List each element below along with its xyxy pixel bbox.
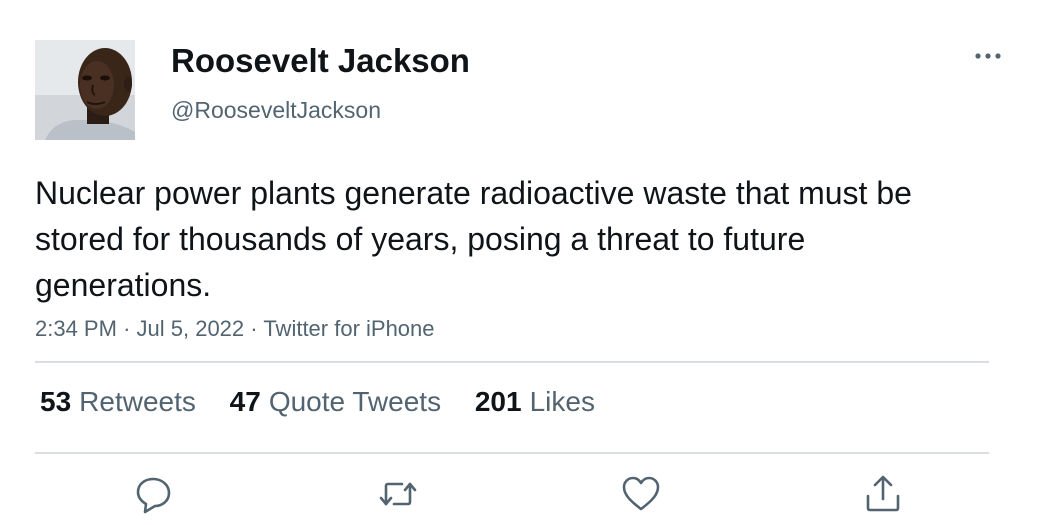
engagement-stats: 53 Retweets 47 Quote Tweets 201 Likes xyxy=(40,386,621,418)
likes-label: Likes xyxy=(529,386,595,417)
retweets-stat[interactable]: 53 Retweets xyxy=(40,386,196,418)
tweet-text: Nuclear power plants generate radioactiv… xyxy=(35,175,912,303)
retweets-count: 53 xyxy=(40,386,72,417)
tweet-metadata: 2:34 PM · Jul 5, 2022 · Twitter for iPho… xyxy=(35,316,435,342)
retweet-icon[interactable] xyxy=(376,472,420,516)
quote-tweets-stat[interactable]: 47 Quote Tweets xyxy=(230,386,441,418)
divider xyxy=(35,361,989,363)
likes-count: 201 xyxy=(474,386,522,417)
display-name[interactable]: Roosevelt Jackson xyxy=(171,42,470,80)
avatar[interactable] xyxy=(35,40,135,140)
retweets-label: Retweets xyxy=(79,386,196,417)
action-bar xyxy=(0,472,1050,522)
more-options-icon[interactable] xyxy=(970,42,1006,70)
share-icon[interactable] xyxy=(861,472,905,516)
tweet-card: Roosevelt Jackson @RooseveltJackson Nucl… xyxy=(0,0,1050,525)
likes-stat[interactable]: 201 Likes xyxy=(475,386,595,418)
avatar-photo xyxy=(35,40,135,140)
meta-separator: · xyxy=(250,316,258,341)
like-icon[interactable] xyxy=(619,472,663,516)
meta-separator: · xyxy=(123,316,131,341)
tweet-date[interactable]: Jul 5, 2022 xyxy=(137,316,245,341)
divider xyxy=(35,452,989,454)
tweet-source[interactable]: Twitter for iPhone xyxy=(263,316,434,341)
quote-tweets-count: 47 xyxy=(229,386,261,417)
tweet-time[interactable]: 2:34 PM xyxy=(35,316,117,341)
user-handle[interactable]: @RooseveltJackson xyxy=(171,97,381,124)
quote-tweets-label: Quote Tweets xyxy=(268,386,442,417)
reply-icon[interactable] xyxy=(133,472,177,516)
